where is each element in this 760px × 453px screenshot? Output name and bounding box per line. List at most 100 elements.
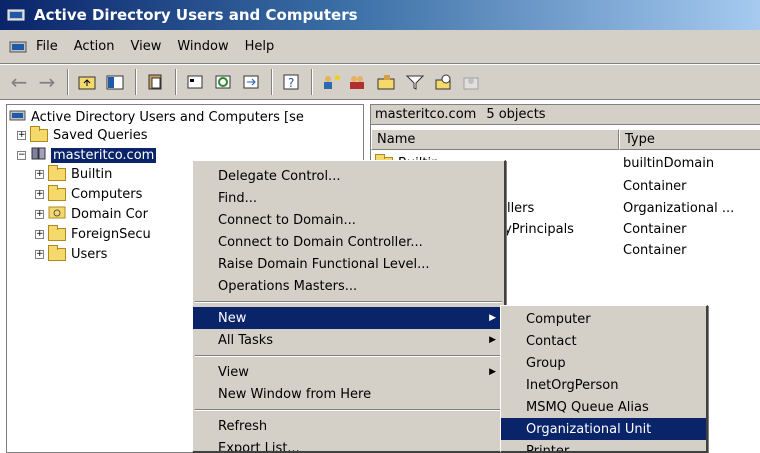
submenu-item-group[interactable]: Group: [501, 352, 706, 374]
list-item-type: Container: [623, 178, 687, 194]
folder-icon: [30, 125, 48, 142]
toolbar-separator: [311, 69, 313, 95]
submenu-item-organizational-unit[interactable]: Organizational Unit: [501, 418, 706, 440]
expand-icon[interactable]: +: [35, 229, 44, 239]
details-header-domain: masteritco.com: [375, 107, 477, 122]
toolbar-separator: [135, 69, 137, 95]
tree-root[interactable]: Active Directory Users and Computers [se: [9, 107, 304, 127]
list-item-type: builtinDomain: [623, 155, 715, 171]
svg-text:?: ?: [288, 76, 294, 90]
expand-icon[interactable]: +: [35, 209, 44, 219]
ad-console-icon: [6, 5, 28, 25]
submenu-item-contact[interactable]: Contact: [501, 330, 706, 352]
help-icon[interactable]: ?: [278, 69, 304, 95]
show-tree-icon[interactable]: [102, 69, 128, 95]
details-header: masteritco.com 5 objects: [371, 105, 760, 125]
toolbar-separator: [175, 69, 177, 95]
ad-console-icon: [9, 107, 27, 127]
new-ou-icon[interactable]: [374, 69, 400, 95]
new-group-icon[interactable]: [346, 69, 372, 95]
toolbar-separator: [67, 69, 69, 95]
tree-item-label: ForeignSecu: [71, 226, 151, 242]
tree-item-label: masteritco.com: [51, 147, 157, 163]
tree-item-builtin[interactable]: + Builtin: [35, 164, 112, 184]
up-folder-icon[interactable]: [74, 69, 100, 95]
tree-item-label: Users: [71, 246, 108, 262]
menu-file[interactable]: File: [36, 39, 58, 54]
menu-item-refresh[interactable]: Refresh: [193, 415, 504, 437]
tree-item-label: Domain Cor: [71, 206, 148, 222]
console-menu-icon[interactable]: [8, 37, 30, 57]
domain-icon: [30, 145, 48, 165]
menu-item-new-window[interactable]: New Window from Here: [193, 383, 504, 405]
column-name[interactable]: Name: [371, 129, 619, 150]
add-to-group-icon[interactable]: [458, 69, 484, 95]
menu-window[interactable]: Window: [177, 39, 228, 54]
new-submenu: Computer Contact Group InetOrgPerson MSM…: [500, 305, 708, 453]
tree-item-computers[interactable]: + Computers: [35, 184, 142, 204]
menu-item-raise-level[interactable]: Raise Domain Functional Level...: [193, 253, 504, 275]
export-list-icon[interactable]: [238, 69, 264, 95]
tree-item-domain[interactable]: − masteritco.com: [17, 145, 157, 165]
menu-item-all-tasks[interactable]: All Tasks ▶: [193, 329, 504, 351]
submenu-item-computer[interactable]: Computer: [501, 308, 706, 330]
menu-item-export-list[interactable]: Export List...: [193, 437, 504, 452]
menu-separator: [195, 301, 502, 303]
tree-item-label: Saved Queries: [53, 127, 148, 143]
toolbar-separator: [271, 69, 273, 95]
tree-item-domain-controllers[interactable]: + Domain Cor: [35, 204, 148, 224]
menu-item-all-tasks-label: All Tasks: [218, 332, 274, 348]
menu-separator: [195, 409, 502, 411]
column-type[interactable]: Type: [619, 129, 760, 150]
folder-icon: [48, 184, 66, 201]
tree-item-label: Computers: [71, 186, 143, 202]
new-user-icon[interactable]: [318, 69, 344, 95]
menu-separator: [195, 355, 502, 357]
menu-item-view[interactable]: View ▶: [193, 361, 504, 383]
folder-icon: [48, 224, 66, 241]
menu-item-connect-dc[interactable]: Connect to Domain Controller...: [193, 231, 504, 253]
menu-item-operations-masters[interactable]: Operations Masters...: [193, 275, 504, 297]
title-bar: Active Directory Users and Computers: [0, 0, 760, 30]
submenu-item-inetorgperson[interactable]: InetOrgPerson: [501, 374, 706, 396]
collapse-icon[interactable]: −: [17, 150, 26, 160]
expand-icon[interactable]: +: [35, 189, 44, 199]
menu-help[interactable]: Help: [245, 39, 275, 54]
back-arrow-icon[interactable]: ←: [6, 69, 32, 95]
ou-folder-icon: [48, 205, 66, 223]
menu-item-delegate-control[interactable]: Delegate Control...: [193, 165, 504, 187]
find-icon[interactable]: [430, 69, 456, 95]
menu-view[interactable]: View: [130, 39, 161, 54]
folder-icon: [48, 244, 66, 261]
forward-arrow-icon[interactable]: →: [34, 69, 60, 95]
tree-item-label: Builtin: [71, 166, 113, 182]
menu-item-view-label: View: [218, 364, 249, 380]
list-item-type: Organizational ...: [623, 200, 735, 216]
tree-item-foreign-security[interactable]: + ForeignSecu: [35, 224, 151, 244]
filter-icon[interactable]: [402, 69, 428, 95]
list-header: Name Type: [371, 129, 760, 150]
submenu-arrow-icon: ▶: [489, 313, 496, 323]
submenu-arrow-icon: ▶: [489, 367, 496, 377]
window-title: Active Directory Users and Computers: [34, 6, 358, 24]
menu-item-new[interactable]: New ▶: [193, 307, 504, 329]
submenu-arrow-icon: ▶: [489, 335, 496, 345]
expand-icon[interactable]: +: [17, 130, 26, 140]
tree-root-label: Active Directory Users and Computers [se: [31, 109, 304, 125]
paste-icon[interactable]: [142, 69, 168, 95]
properties-icon[interactable]: [182, 69, 208, 95]
list-item-type: Container: [623, 221, 687, 237]
submenu-item-msmq-alias[interactable]: MSMQ Queue Alias: [501, 396, 706, 418]
refresh-icon[interactable]: [210, 69, 236, 95]
menu-action[interactable]: Action: [74, 39, 115, 54]
tree-item-saved-queries[interactable]: + Saved Queries: [17, 125, 148, 145]
toolbar: ← → ?: [0, 64, 760, 100]
menu-item-find[interactable]: Find...: [193, 187, 504, 209]
submenu-item-printer[interactable]: Printer: [501, 440, 706, 452]
expand-icon[interactable]: +: [35, 169, 44, 179]
tree-item-users[interactable]: + Users: [35, 244, 107, 264]
list-item-name: tyPrincipals: [499, 221, 574, 237]
folder-icon: [48, 164, 66, 181]
expand-icon[interactable]: +: [35, 249, 44, 259]
menu-item-connect-domain[interactable]: Connect to Domain...: [193, 209, 504, 231]
